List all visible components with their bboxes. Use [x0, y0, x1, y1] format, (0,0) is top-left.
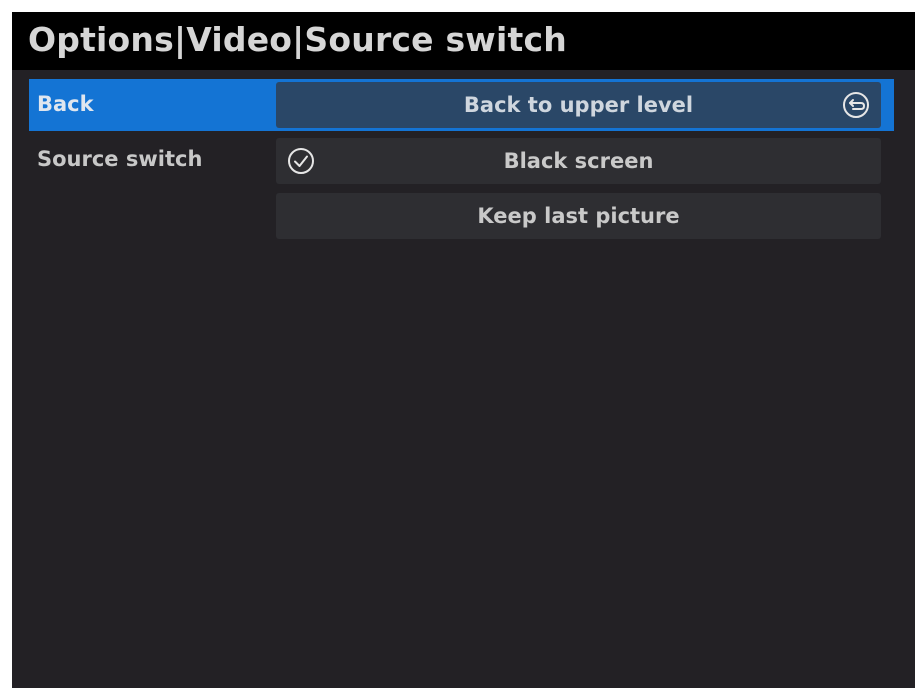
option-black-screen[interactable]: Black screen [276, 138, 881, 184]
back-to-upper-level-button[interactable]: Back to upper level [276, 82, 881, 128]
breadcrumb-title: Options|Video|Source switch [28, 20, 567, 59]
back-arrow-icon [843, 92, 869, 118]
option-label: Keep last picture [477, 204, 680, 228]
option-keep-last-picture[interactable]: Keep last picture [276, 193, 881, 239]
source-switch-label: Source switch [37, 147, 203, 171]
option-label: Black screen [503, 149, 654, 173]
title-bar: Options|Video|Source switch [12, 12, 915, 70]
back-label: Back [37, 92, 94, 116]
back-option-label: Back to upper level [463, 93, 694, 117]
osd-screen: Options|Video|Source switch Back Back to… [12, 12, 915, 688]
